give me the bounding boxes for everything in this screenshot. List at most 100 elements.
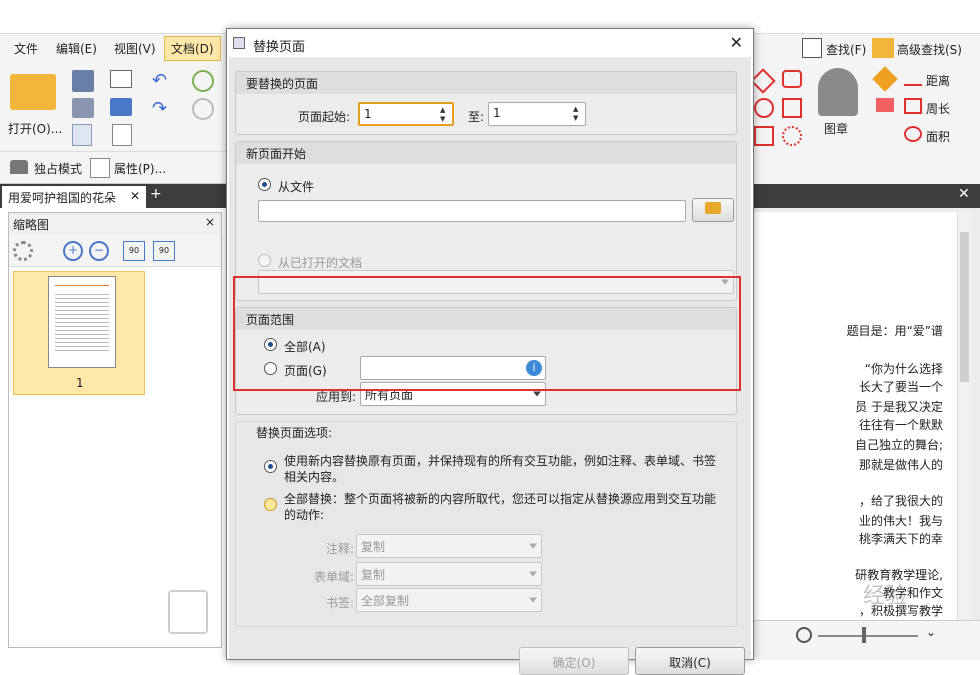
replace-range-group: 要替换的页面 页面起始: 1 ▲ ▼ 至: 1 ▲ ▼ bbox=[235, 71, 737, 135]
page-end-spinner[interactable]: ▲ ▼ bbox=[573, 105, 583, 123]
zoom-slider-handle[interactable] bbox=[862, 627, 866, 643]
print-icon[interactable] bbox=[72, 98, 94, 118]
from-file-radio[interactable] bbox=[258, 178, 271, 191]
cancel-button[interactable]: 取消(C) bbox=[635, 647, 745, 675]
page-start-spinner[interactable]: ▲ ▼ bbox=[440, 106, 450, 124]
panel-close-icon[interactable]: × bbox=[205, 215, 215, 229]
pencil-icon[interactable] bbox=[872, 66, 898, 92]
replace-all-radio[interactable] bbox=[264, 498, 277, 511]
save-icon[interactable] bbox=[72, 70, 94, 92]
chevron-down-icon bbox=[529, 571, 537, 577]
ok-button[interactable]: 确定(O) bbox=[519, 647, 629, 675]
stamp-label[interactable]: 图章 bbox=[824, 120, 848, 137]
menu-edit[interactable]: 编辑(E) bbox=[56, 40, 97, 57]
area-label[interactable]: 面积 bbox=[926, 128, 950, 145]
forward-icon[interactable] bbox=[192, 98, 214, 120]
page-end-value: 1 bbox=[493, 106, 501, 120]
page-end-input[interactable]: 1 ▲ ▼ bbox=[488, 102, 586, 126]
new-page-source-heading: 新页面开始 bbox=[236, 142, 736, 164]
annotations-label: 注释: bbox=[326, 542, 355, 556]
dialog-titlebar: 替换页面 ✕ bbox=[227, 29, 753, 57]
secondary-toolbar-right bbox=[752, 152, 980, 184]
cloud-shape-icon[interactable] bbox=[782, 126, 802, 146]
scrollbar-thumb[interactable] bbox=[960, 232, 969, 382]
doc-line: 往往有一个默默 bbox=[858, 418, 943, 432]
form-fields-label: 表单域: bbox=[314, 570, 355, 584]
keep-interactive-radio[interactable] bbox=[264, 460, 277, 473]
new-tab-icon[interactable]: + bbox=[150, 186, 162, 202]
menu-view[interactable]: 视图(V) bbox=[114, 40, 156, 57]
dialog-close-icon[interactable]: ✕ bbox=[730, 33, 743, 52]
document-tab[interactable]: 用爱呵护祖国的花朵 ✕ bbox=[2, 186, 146, 208]
rotate-left-icon[interactable]: 90 bbox=[123, 241, 145, 261]
keep-interactive-line1[interactable]: 使用新内容替换原有页面，并保持现有的所有交互功能，例如注释、表单域、书签 bbox=[284, 452, 716, 469]
back-icon[interactable] bbox=[192, 70, 214, 92]
stamp-icon[interactable] bbox=[818, 68, 858, 116]
find-label[interactable]: 查找(F) bbox=[826, 41, 866, 58]
vertical-scrollbar[interactable] bbox=[957, 212, 971, 624]
keep-interactive-line2[interactable]: 相关内容。 bbox=[284, 468, 344, 485]
ellipse-shape-icon[interactable] bbox=[754, 98, 774, 118]
replace-all-line1[interactable]: 全部替换：整个页面将被新的内容所取代，您还可以指定从替换源应用到交互功能 bbox=[284, 490, 716, 507]
secondary-toolbar: 独占模式 属性(P)... bbox=[0, 152, 230, 184]
page-start-input[interactable]: 1 ▲ ▼ bbox=[358, 102, 454, 126]
chevron-down-icon[interactable]: ⌄ bbox=[926, 625, 936, 639]
distance-label[interactable]: 距离 bbox=[926, 72, 950, 89]
thumbnail-toolbar: + − 90 90 bbox=[9, 235, 221, 267]
scan-icon[interactable] bbox=[110, 98, 132, 116]
open-folder-icon[interactable] bbox=[10, 74, 56, 110]
annotations-select[interactable]: 复制 bbox=[356, 534, 542, 558]
bookmarks-value: 全部复制 bbox=[361, 594, 410, 608]
from-open-doc-radio[interactable] bbox=[258, 254, 271, 267]
menu-file[interactable]: 文件 bbox=[14, 40, 38, 57]
tab-close-icon[interactable]: ✕ bbox=[130, 189, 140, 203]
close-tab-icon[interactable]: ✕ bbox=[958, 186, 970, 202]
eraser-icon[interactable] bbox=[876, 98, 894, 112]
from-file-label[interactable]: 从文件 bbox=[278, 178, 314, 195]
replace-range-heading: 要替换的页面 bbox=[236, 72, 736, 94]
highlight-annotation-box bbox=[233, 276, 741, 391]
open-label[interactable]: 打开(O)... bbox=[8, 120, 62, 137]
export-icon[interactable] bbox=[72, 124, 92, 146]
file-path-input[interactable] bbox=[258, 200, 686, 222]
doc-line: ，给了我很大的 bbox=[858, 494, 943, 508]
settings-gear-icon[interactable] bbox=[13, 241, 33, 261]
bookmarks-select[interactable]: 全部复制 bbox=[356, 588, 542, 612]
email-icon[interactable] bbox=[110, 70, 132, 88]
line-shape-icon[interactable] bbox=[750, 68, 776, 94]
replace-all-line2[interactable]: 的动作: bbox=[284, 506, 324, 523]
rotate-right-icon[interactable]: 90 bbox=[153, 241, 175, 261]
zoom-out-icon[interactable]: − bbox=[89, 241, 109, 261]
zoom-slider[interactable] bbox=[818, 635, 918, 637]
find-icon[interactable] bbox=[802, 38, 822, 58]
document-tab-bar-right: ✕ bbox=[752, 184, 980, 208]
bookmarks-label: 书签: bbox=[326, 596, 355, 610]
area-icon[interactable] bbox=[904, 126, 922, 142]
pentagon-shape-icon[interactable] bbox=[782, 98, 802, 118]
doc-line: 那就是做伟人的 bbox=[858, 458, 943, 472]
exclusive-mode-button[interactable]: 独占模式 bbox=[34, 160, 82, 177]
empty-panel-icon bbox=[168, 590, 208, 634]
distance-icon[interactable] bbox=[904, 72, 922, 86]
advanced-find-icon[interactable] bbox=[872, 38, 894, 58]
redo-icon[interactable]: ↷ bbox=[152, 98, 172, 119]
perimeter-label[interactable]: 周长 bbox=[926, 100, 950, 117]
advanced-find-label[interactable]: 高级查找(S) bbox=[897, 41, 962, 58]
doc-line: 题目是：用“爱”谱 bbox=[846, 324, 943, 338]
zoom-in-icon[interactable]: + bbox=[63, 241, 83, 261]
perimeter-icon[interactable] bbox=[904, 98, 922, 114]
menu-document[interactable]: 文档(D) bbox=[164, 36, 221, 61]
rectangle-shape-icon[interactable] bbox=[754, 126, 774, 146]
form-fields-select[interactable]: 复制 bbox=[356, 562, 542, 586]
from-open-doc-label[interactable]: 从已打开的文档 bbox=[278, 254, 362, 271]
thumbnail-page-1[interactable]: 1 bbox=[13, 271, 145, 395]
properties-button[interactable]: 属性(P)... bbox=[114, 160, 166, 177]
doc-line: 业的伟大！我与 bbox=[858, 514, 943, 528]
to-label: 至: bbox=[468, 110, 485, 124]
polygon-shape-icon[interactable] bbox=[782, 70, 802, 88]
thumbnail-page-number: 1 bbox=[76, 376, 84, 390]
undo-icon[interactable]: ↶ bbox=[152, 70, 172, 91]
browse-button[interactable] bbox=[692, 198, 734, 222]
new-doc-icon[interactable] bbox=[112, 124, 132, 146]
zoom-out-status-icon[interactable] bbox=[796, 627, 812, 643]
